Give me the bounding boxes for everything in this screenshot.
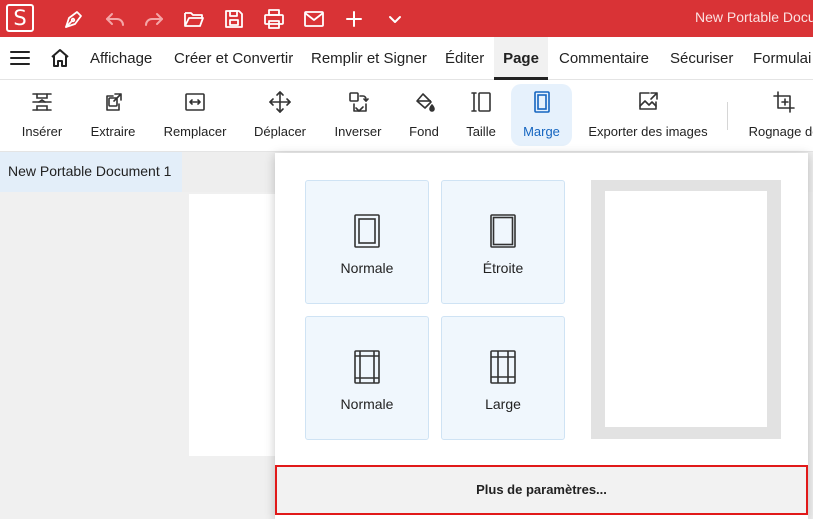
crop-icon [773, 91, 795, 113]
menu-remplir-signer[interactable]: Remplir et Signer [311, 37, 427, 80]
extract-button[interactable]: Extraire [84, 84, 142, 146]
replace-icon [185, 93, 205, 111]
margin-preview-page [605, 191, 767, 427]
toolbar-divider [727, 102, 728, 130]
more-chevron-icon[interactable] [383, 7, 407, 31]
window-title: New Portable Docu [695, 9, 813, 25]
menu-creer-convertir[interactable]: Créer et Convertir [174, 37, 293, 80]
insert-page-icon [32, 93, 52, 111]
margin-large-icon [490, 350, 516, 384]
document-tab[interactable]: New Portable Document 1 [0, 152, 182, 192]
crop-button[interactable]: Rognage de [744, 84, 813, 146]
extract-icon [106, 93, 122, 111]
margin-icon [533, 91, 550, 113]
menu-bar: Affichage Créer et Convertir Remplir et … [0, 37, 813, 80]
background-button[interactable]: Fond [404, 84, 444, 146]
replace-button[interactable]: Remplacer [158, 84, 232, 146]
page-toolbar: Insérer Extraire Remplacer Déplacer Inve… [0, 80, 813, 152]
menu-formulaire[interactable]: Formulai [753, 37, 811, 80]
margin-option-normale[interactable]: Normale [305, 180, 429, 304]
reverse-button[interactable]: Inverser [328, 84, 388, 146]
export-images-icon [639, 92, 658, 110]
move-icon [269, 91, 291, 113]
email-icon[interactable] [302, 7, 326, 31]
move-button[interactable]: Déplacer [248, 84, 312, 146]
margin-dropdown-panel: Normale Étroite Normale Large Plus de pa… [275, 153, 808, 519]
more-settings-button[interactable]: Plus de paramètres... [275, 465, 808, 515]
margin-option-etroite[interactable]: Étroite [441, 180, 565, 304]
undo-icon[interactable] [103, 7, 127, 31]
menu-affichage[interactable]: Affichage [90, 37, 152, 80]
pen-icon[interactable] [62, 7, 86, 31]
menu-editer[interactable]: Éditer [445, 37, 484, 80]
new-plus-icon[interactable] [342, 7, 366, 31]
menu-securiser[interactable]: Sécuriser [670, 37, 733, 80]
size-icon [471, 92, 491, 112]
document-page[interactable] [189, 194, 289, 456]
title-bar: S New Portable Docu [0, 0, 813, 37]
margin-option-large[interactable]: Large [441, 316, 565, 440]
margin-normal-grid-icon [354, 350, 380, 384]
margin-option-normale-2[interactable]: Normale [305, 316, 429, 440]
menu-commentaire[interactable]: Commentaire [559, 37, 649, 80]
app-logo[interactable]: S [6, 4, 34, 32]
margin-narrow-icon [490, 214, 516, 248]
insert-button[interactable]: Insérer [14, 84, 70, 146]
hamburger-menu-icon[interactable] [10, 48, 30, 68]
reverse-icon [349, 92, 369, 112]
margin-normal-icon [354, 214, 380, 248]
menu-page[interactable]: Page [494, 37, 548, 80]
margin-button[interactable]: Marge [511, 84, 572, 146]
background-fill-icon [416, 93, 435, 112]
home-icon[interactable] [50, 48, 70, 68]
redo-icon[interactable] [142, 7, 166, 31]
size-button[interactable]: Taille [460, 84, 502, 146]
print-icon[interactable] [262, 7, 286, 31]
save-icon[interactable] [222, 7, 246, 31]
margin-preview [591, 180, 781, 439]
open-folder-icon[interactable] [182, 7, 206, 31]
export-images-button[interactable]: Exporter des images [586, 84, 710, 146]
